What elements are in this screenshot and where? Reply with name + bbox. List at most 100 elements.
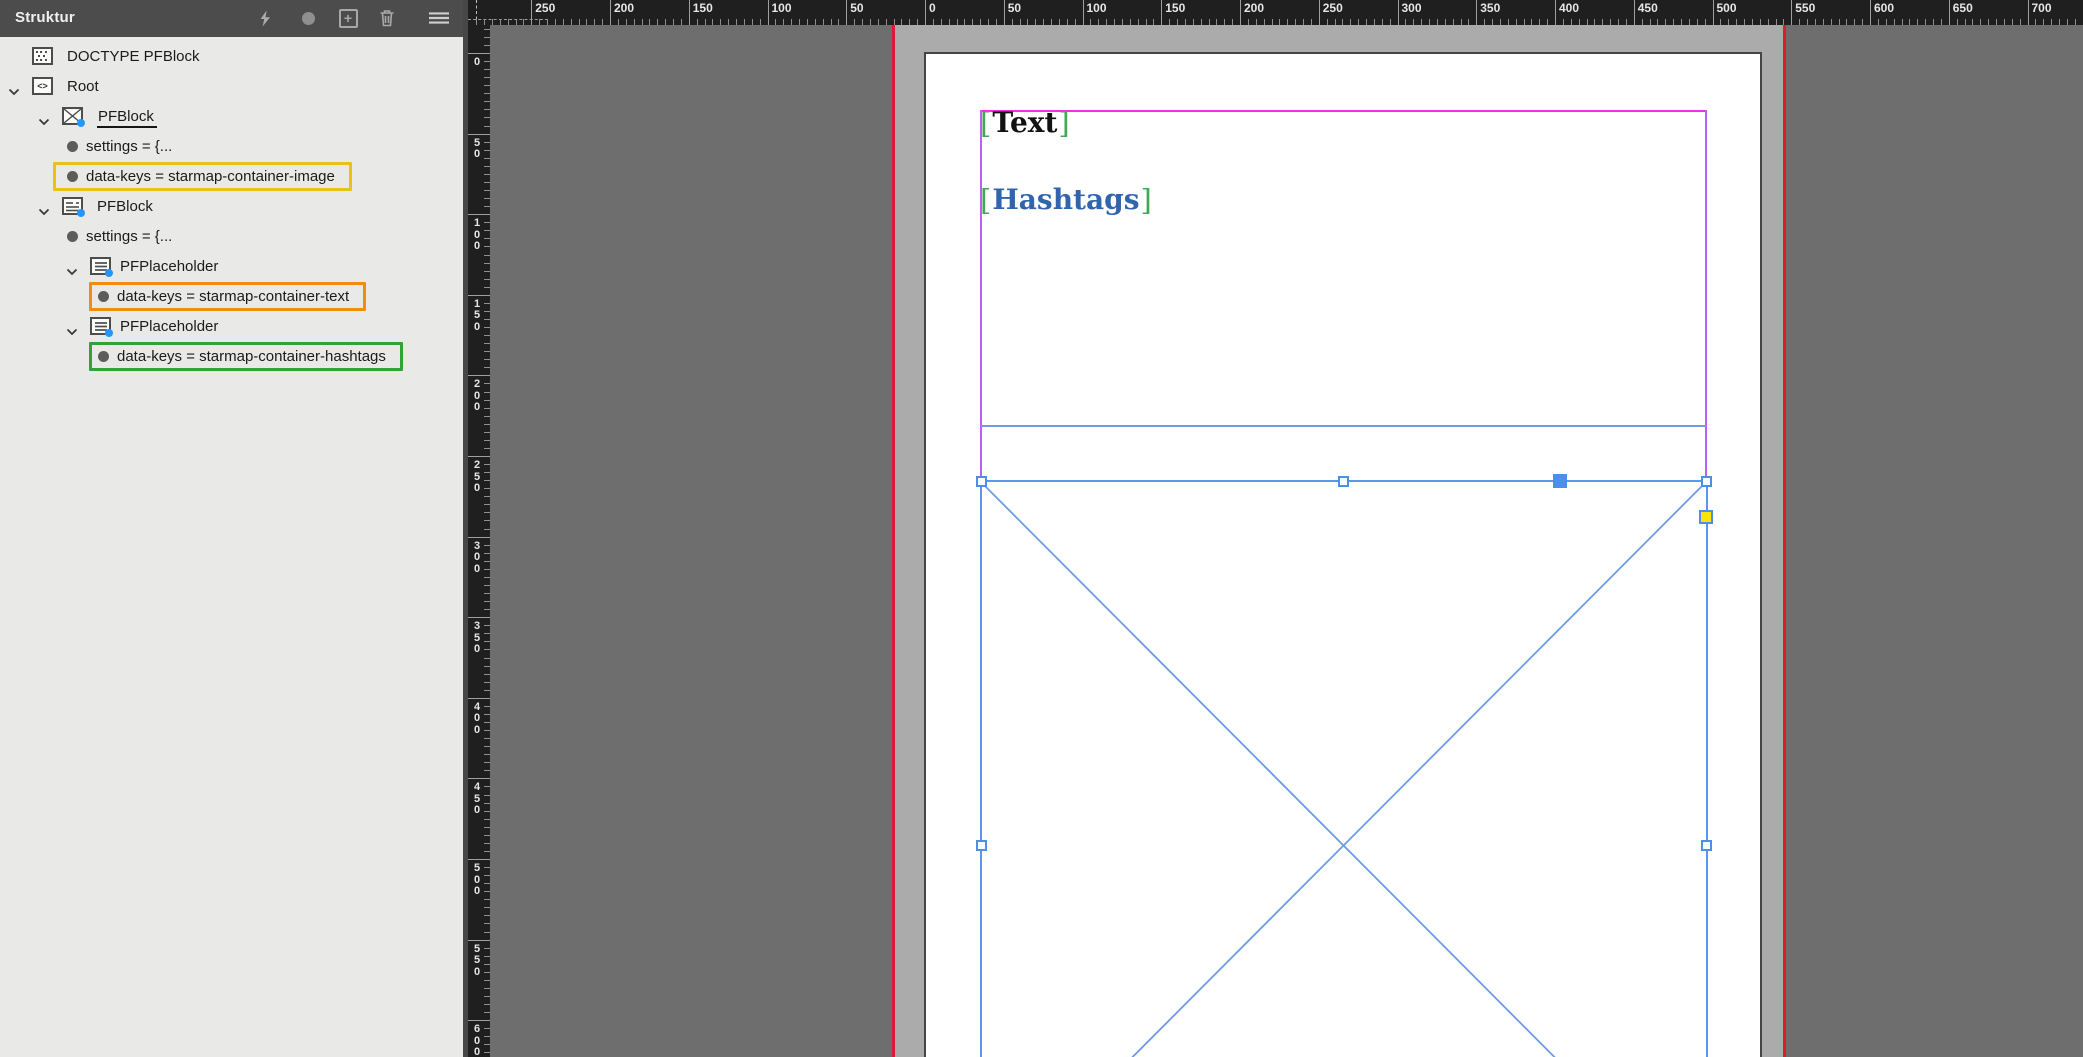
tree-row-pfblock-text[interactable]: PFBlock (0, 192, 463, 222)
live-corner-handle[interactable] (1699, 510, 1713, 524)
text-placeholder[interactable]: [Text] (979, 108, 1071, 138)
ruler-label: 2 0 0 (468, 379, 486, 414)
attribute-content: settings = {... (53, 132, 189, 161)
attribute-bullet-icon (67, 231, 78, 242)
expand-chevron-icon[interactable] (66, 263, 78, 281)
selected-frame-left-edge[interactable] (980, 480, 982, 1057)
selected-frame-right-edge[interactable] (1706, 480, 1708, 1057)
ruler-label: 550 (1795, 1, 1815, 15)
ruler-tick (1870, 0, 1871, 25)
tree-row-doctype-pfblock[interactable]: DOCTYPE PFBlock (0, 42, 463, 72)
attribute-highlight-box: data-keys = starmap-container-image (53, 162, 352, 191)
ruler-label: 350 (1480, 1, 1500, 15)
ruler-label: 600 (1874, 1, 1894, 15)
ruler-label: 50 (1008, 1, 1021, 15)
root-icon: <> (32, 77, 53, 95)
ruler-tick (1083, 0, 1084, 25)
add-element-icon[interactable]: + (338, 8, 358, 28)
ruler-label: 1 5 0 (468, 299, 486, 334)
placeholder-bracket-open: [ (980, 108, 991, 138)
ruler-tick (925, 0, 926, 25)
tree-row-data-keys-text[interactable]: data-keys = starmap-container-text (0, 282, 463, 312)
ruler-tick (468, 1020, 490, 1021)
attribute-highlight-box: data-keys = starmap-container-text (89, 282, 366, 311)
ruler-tick (468, 214, 490, 215)
hashtags-placeholder[interactable]: [Hashtags] (979, 185, 1153, 215)
handle-left-middle[interactable] (976, 840, 987, 851)
attribute-label: settings = {... (86, 228, 172, 245)
ruler-tick (610, 0, 611, 25)
ruler-label: 650 (1953, 1, 1973, 15)
flash-icon[interactable] (255, 8, 275, 28)
canvas[interactable]: [Text] [Hashtags] (490, 25, 2083, 1057)
ruler-tick (768, 0, 769, 25)
placeholder-bracket-close: ] (1058, 108, 1069, 138)
linked-dot-icon (105, 329, 113, 337)
expand-chevron-icon[interactable] (38, 113, 50, 131)
expand-chevron-icon[interactable] (66, 323, 78, 341)
ruler-label: 5 0 0 (468, 863, 486, 898)
structure-tree: DOCTYPE PFBlock<>RootPFBlocksettings = {… (0, 42, 463, 372)
tree-row-settings-image[interactable]: settings = {... (0, 132, 463, 162)
ruler-tick (1555, 0, 1556, 25)
ruler-tick (468, 295, 490, 296)
tree-row-settings-text[interactable]: settings = {... (0, 222, 463, 252)
handle-top-left[interactable] (976, 476, 987, 487)
ruler-tick (468, 134, 490, 135)
tree-row-data-keys-image[interactable]: data-keys = starmap-container-image (0, 162, 463, 192)
ruler-tick (468, 53, 490, 54)
ruler-label: 700 (2032, 1, 2052, 15)
ruler-label: 300 (1402, 1, 1422, 15)
image-frame-x (490, 25, 2083, 1057)
ruler-tick (1949, 0, 1950, 25)
tree-row-data-keys-hashtags[interactable]: data-keys = starmap-container-hashtags (0, 342, 463, 372)
handle-top-right[interactable] (1701, 476, 1712, 487)
ruler-label: 3 5 0 (468, 621, 486, 656)
ruler-label: 100 (1087, 1, 1107, 15)
content-grabber-handle[interactable] (1553, 474, 1567, 488)
record-dot-icon[interactable] (298, 8, 318, 28)
tree-row-root[interactable]: <>Root (0, 72, 463, 102)
attribute-bullet-icon (67, 141, 78, 152)
attribute-highlight-box: data-keys = starmap-container-hashtags (89, 342, 403, 371)
ruler-tick (468, 456, 490, 457)
expand-chevron-icon[interactable] (38, 203, 50, 221)
vertical-ruler[interactable]: 05 01 0 01 5 02 0 02 5 03 0 03 5 04 0 04… (468, 25, 490, 1057)
attribute-bullet-icon (98, 291, 109, 302)
handle-top-center[interactable] (1338, 476, 1349, 487)
doctype-icon (32, 47, 53, 65)
structure-panel: Struktur + DOCTYPE PFBlock<>RootPFBlocks… (0, 0, 463, 1057)
element-label: PFPlaceholder (120, 258, 218, 275)
hashtags-placeholder-label: Hashtags (992, 185, 1139, 215)
tree-row-pfplaceholder-hashtags[interactable]: PFPlaceholder (0, 312, 463, 342)
text-frame-icon (62, 197, 83, 215)
ruler-label: 250 (1323, 1, 1343, 15)
attribute-bullet-icon (67, 171, 78, 182)
ruler-tick (468, 940, 490, 941)
ruler-tick (1004, 0, 1005, 25)
panel-title: Struktur (15, 9, 75, 26)
ruler-label: 400 (1559, 1, 1579, 15)
tree-row-pfplaceholder-text[interactable]: PFPlaceholder (0, 252, 463, 282)
ruler-tick (468, 617, 490, 618)
placeholder-bracket-open: [ (980, 185, 991, 215)
ruler-label: 250 (535, 1, 555, 15)
ruler-label: 4 5 0 (468, 782, 486, 817)
panel-menu-icon[interactable] (429, 8, 449, 28)
trash-icon[interactable] (377, 8, 397, 28)
handle-right-middle[interactable] (1701, 840, 1712, 851)
text-placeholder-label: Text (992, 108, 1057, 138)
ruler-tick (468, 537, 490, 538)
tree-row-pfblock-image[interactable]: PFBlock (0, 102, 463, 132)
attribute-label: data-keys = starmap-container-hashtags (117, 348, 386, 365)
expand-chevron-icon[interactable] (8, 83, 20, 101)
lines-icon (90, 317, 111, 335)
ruler-label: 150 (1165, 1, 1185, 15)
ruler-label: 2 5 0 (468, 460, 486, 495)
ruler-tick (689, 0, 690, 25)
ruler-tick (2028, 0, 2029, 25)
ruler-label: 200 (614, 1, 634, 15)
ruler-tick (531, 0, 532, 25)
horizontal-ruler[interactable]: 2502001501005005010015020025030035040045… (468, 0, 2083, 25)
placeholder-bracket-close: ] (1140, 185, 1151, 215)
